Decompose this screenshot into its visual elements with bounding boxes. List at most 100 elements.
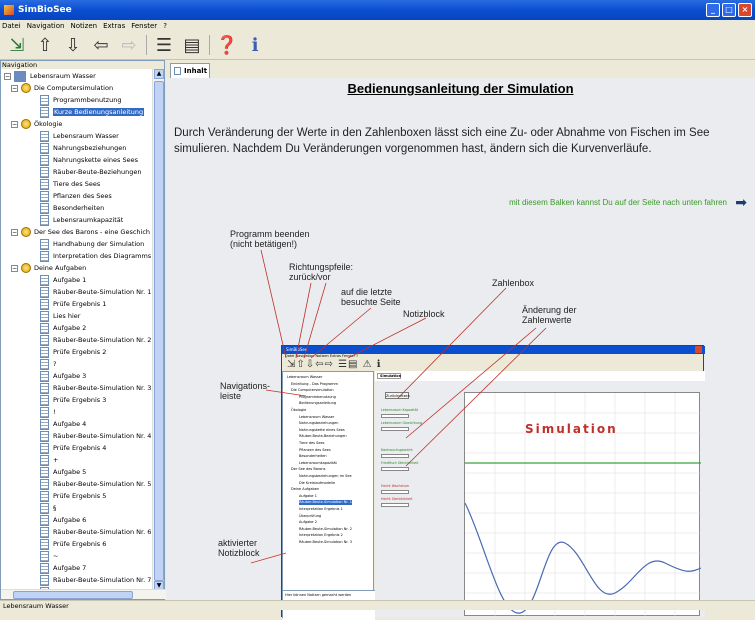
tree-item[interactable]: Räuber-Beute-Simulation Nr. 3 [40,382,151,394]
arrow-right-icon[interactable]: ⇨ [118,34,140,56]
collapse-toggle-icon[interactable]: − [4,72,11,80]
inner-label: Lebensraum Kapazität [381,408,418,412]
horizontal-scrollbar-thumb[interactable] [13,591,133,599]
collapse-toggle-icon[interactable]: − [11,84,18,92]
tree-item[interactable]: Aufgabe 2 [40,322,86,334]
page-icon [40,574,49,586]
tree-item[interactable]: − Die Computersimulation [11,82,113,94]
tree-item[interactable]: § [40,502,56,514]
tree-item[interactable]: Räuber-Beute-Beziehungen [40,166,142,178]
tree-item[interactable]: ? [40,358,56,370]
tree-item-label: Räuber-Beute-Simulation Nr. 4 [53,432,152,440]
close-button[interactable]: × [738,3,752,17]
tree-item[interactable]: Interpretation des Diagramms [40,250,151,262]
tree-item[interactable]: Räuber-Beute-Simulation Nr. 4 [40,430,151,442]
page-icon [40,454,49,466]
tree-item[interactable]: Lebensraum Wasser [40,130,119,142]
tree-item[interactable]: − Ökologie [11,118,62,130]
collapse-toggle-icon[interactable]: − [11,120,18,128]
tree-item[interactable]: Lebensraumkapazität [40,214,123,226]
tab-inhalt[interactable]: Inhalt [170,63,210,78]
menu-help[interactable]: ? [163,22,167,30]
tree-item[interactable]: − Der See des Barons - eine Geschich [11,226,150,238]
info-icon[interactable]: ℹ [244,34,266,56]
arrow-left-icon[interactable]: ⇦ [90,34,112,56]
tree-item[interactable]: Tiere des Sees [40,178,100,190]
maximize-button[interactable]: □ [722,3,736,17]
inner-nav-item: Programmbenutzung [299,394,336,399]
tree-item[interactable]: Prüfe Ergebnis 3 [40,394,106,406]
menu-fenster[interactable]: Fenster [131,22,157,30]
tree-item[interactable]: Prüfe Ergebnis 6 [40,538,106,550]
inner-nav-item: Der See des Barons [291,467,326,472]
menu-extras[interactable]: Extras [103,22,125,30]
tree-item-label: Räuber-Beute-Beziehungen [53,168,142,176]
inner-nav-item: Räuber-Beute-Simulation Nr. 3 [299,540,352,544]
inner-nav-item: Räuber-Beute-Beziehungen [299,434,347,439]
tree-item[interactable]: Aufgabe 6 [40,514,86,526]
tree-item[interactable]: Räuber-Beute-Simulation Nr. 5 [40,478,151,490]
scroll-hint: mit diesem Balken kannst Du auf der Seit… [509,198,727,207]
collapse-toggle-icon[interactable]: − [11,228,18,236]
notes-icon[interactable]: ▤ [181,34,203,56]
page-icon [40,238,49,250]
tree-item-label: Aufgabe 1 [53,276,87,284]
tree-item[interactable]: Prüfe Ergebnis 5 [40,490,106,502]
arrow-up-icon[interactable]: ⇧ [34,34,56,56]
tree-item[interactable]: ! [40,406,56,418]
tree-item[interactable]: Prüfe Ergebnis 4 [40,442,106,454]
scroll-up-button[interactable]: ▲ [154,69,164,79]
inner-titlebar: SimBioSee [282,346,705,354]
tree-item[interactable]: + [40,454,58,466]
collapse-toggle-icon[interactable]: − [11,264,18,272]
minimize-button[interactable]: _ [706,3,720,17]
tree-item-label: Räuber-Beute-Simulation Nr. 2 [53,336,152,344]
tree-item[interactable]: − Lebensraum Wasser [4,70,96,82]
page-icon [40,310,49,322]
tree-item[interactable]: Räuber-Beute-Simulation Nr. 6 [40,526,151,538]
tree-item[interactable]: ~ [40,550,58,562]
tree-item[interactable]: Kurze Bedienungsanleitung [40,106,145,118]
logo-arrow-icon[interactable]: ⇲ [6,34,28,56]
tree-item-label: ~ [53,552,59,560]
tree-item[interactable]: Aufgabe 3 [40,370,86,382]
tree-item[interactable]: Lies hier [40,310,80,322]
menu-navigation[interactable]: Navigation [27,22,65,30]
tree-item[interactable]: Nahrungskette eines Sees [40,154,138,166]
tree-item-label: Der See des Barons - eine Geschich [34,228,151,236]
tree-item[interactable]: − Deine Aufgaben [11,262,86,274]
inner-field [381,454,409,458]
page-icon [40,382,49,394]
tree-item[interactable]: Nahrungsbeziehungen [40,142,126,154]
tree-item[interactable]: Programmbenutzung [40,94,121,106]
annotation-nav-bar: Navigations- leiste [220,381,271,401]
scrollbar-thumb[interactable] [154,81,164,581]
horizontal-scrollbar[interactable] [1,589,166,599]
tree-item[interactable]: Prüfe Ergebnis 1 [40,298,106,310]
navigation-panel-icon[interactable]: ☰ [153,34,175,56]
menu-notizen[interactable]: Notizen [70,22,97,30]
navigation-scrollbar[interactable]: ▲ ▼ [152,69,164,591]
tree-item[interactable]: Räuber-Beute-Simulation Nr. 1 [40,286,151,298]
arrow-down-icon[interactable]: ⇩ [62,34,84,56]
tree-item[interactable]: Aufgabe 1 [40,274,86,286]
tree-item[interactable]: Aufgabe 4 [40,418,86,430]
inner-nav-item: Lebensraum Wasser [287,375,323,379]
tree-item-label: Aufgabe 7 [53,564,87,572]
chapter-icon [21,119,31,129]
tree-item[interactable]: Besonderheiten [40,202,104,214]
tree-item[interactable]: Aufgabe 5 [40,466,86,478]
toolbar-separator [146,35,147,55]
tree-item[interactable]: Prüfe Ergebnis 2 [40,346,106,358]
navigation-tree: − Lebensraum Wasser − Die Computersimulatio… [1,69,153,591]
tree-item-label: Aufgabe 2 [53,324,87,332]
tree-item[interactable]: Pflanzen des Sees [40,190,112,202]
tree-item[interactable]: Räuber-Beute-Simulation Nr. 7 [40,574,151,586]
tree-item[interactable]: Handhabung der Simulation [40,238,144,250]
page-icon [40,178,49,190]
tree-item[interactable]: Räuber-Beute-Simulation Nr. 2 [40,334,151,346]
menu-datei[interactable]: Datei [2,22,21,30]
help-icon[interactable]: ❓ [216,34,238,56]
tree-item[interactable]: Aufgabe 7 [40,562,86,574]
inner-nav-item: Überprüfung [299,513,322,518]
